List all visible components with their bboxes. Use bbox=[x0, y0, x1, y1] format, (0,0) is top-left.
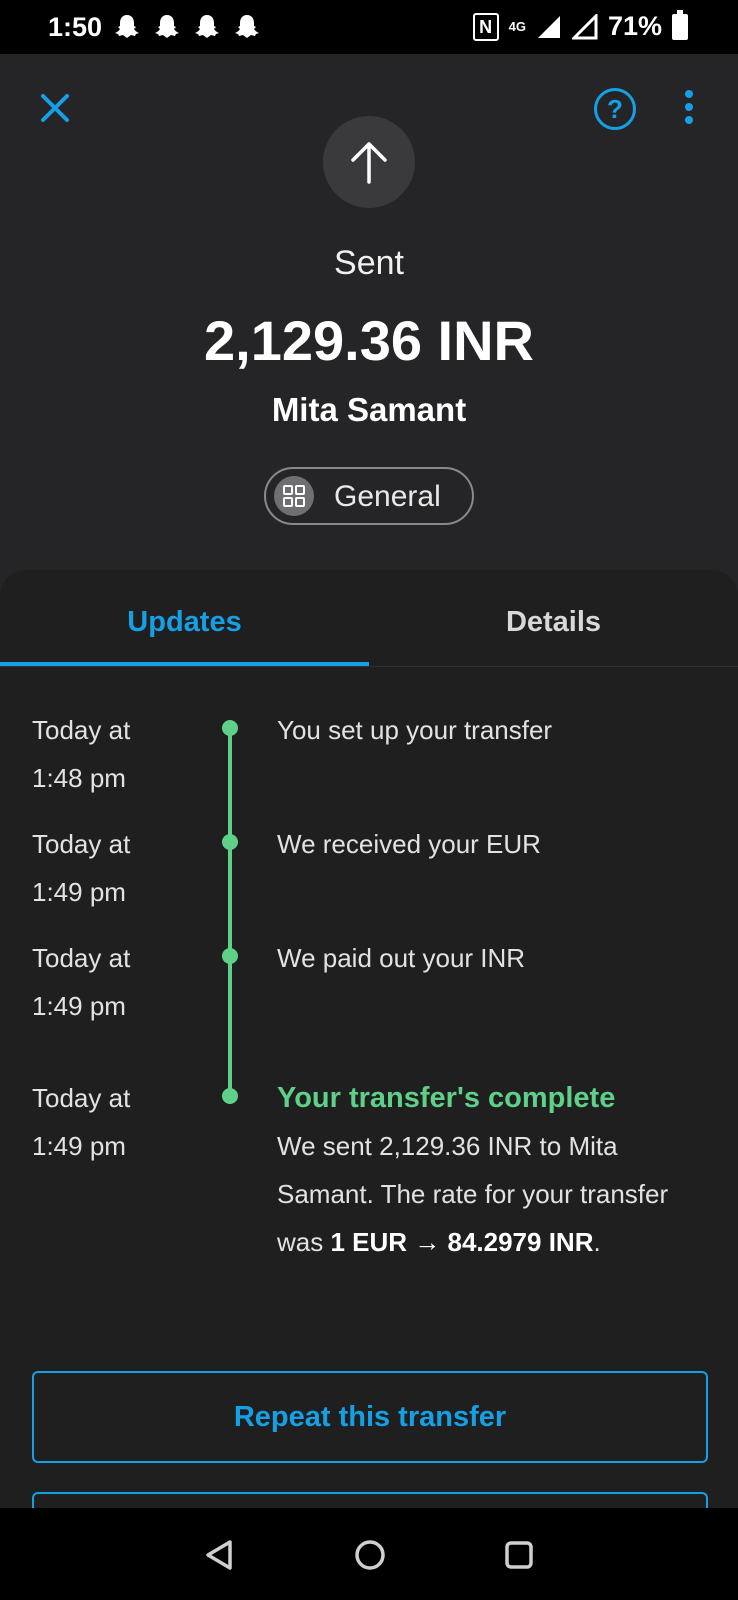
snapchat-icon bbox=[155, 15, 179, 38]
transfer-summary: ? Sent 2,129.36 INR Mita Samant General bbox=[0, 54, 738, 574]
timeline-dot bbox=[222, 1088, 238, 1104]
transfer-status-label: Sent bbox=[334, 244, 404, 282]
event-title: We received your EUR bbox=[277, 829, 541, 859]
close-icon bbox=[41, 94, 69, 122]
notification-icons bbox=[113, 13, 261, 41]
event-time: Today at 1:49 pm bbox=[32, 943, 131, 1021]
more-icon bbox=[685, 90, 693, 98]
back-icon[interactable] bbox=[202, 1538, 236, 1572]
active-tab-indicator bbox=[0, 662, 369, 666]
repeat-transfer-button[interactable]: Repeat this transfer bbox=[32, 1371, 708, 1463]
system-nav-bar bbox=[0, 1508, 738, 1600]
category-label: General bbox=[334, 480, 441, 513]
event-title: We paid out your INR bbox=[277, 943, 526, 973]
event-description: We sent 2,129.36 INR to Mita Samant. The… bbox=[277, 1131, 669, 1257]
network-type: 4G bbox=[508, 19, 526, 34]
signal-icon bbox=[537, 15, 560, 38]
category-chip[interactable]: General bbox=[264, 467, 474, 525]
event-title-complete: Your transfer's complete bbox=[277, 1082, 616, 1114]
arrow-up-icon bbox=[351, 142, 387, 184]
nfc-icon: N bbox=[472, 12, 499, 41]
timeline-dot bbox=[222, 834, 238, 850]
home-icon[interactable] bbox=[353, 1538, 387, 1572]
timeline-dot bbox=[222, 948, 238, 964]
event-title: You set up your transfer bbox=[277, 715, 553, 745]
timeline-line bbox=[228, 730, 232, 1102]
signal-roaming-icon bbox=[571, 13, 598, 39]
battery-level: 71% bbox=[607, 11, 662, 41]
exchange-rate: 1 EUR → 84.2979 INR bbox=[330, 1227, 594, 1257]
sent-status-icon bbox=[323, 116, 415, 208]
tab-details[interactable]: Details bbox=[369, 606, 738, 639]
event-time: Today at 1:48 pm bbox=[32, 715, 131, 793]
recent-apps-icon[interactable] bbox=[504, 1540, 534, 1570]
grid-icon bbox=[274, 476, 314, 516]
more-options-button[interactable] bbox=[684, 90, 694, 130]
snapchat-icon bbox=[195, 15, 219, 38]
event-time: Today at 1:49 pm bbox=[32, 1083, 131, 1161]
close-button[interactable] bbox=[36, 92, 74, 130]
tab-updates[interactable]: Updates bbox=[0, 606, 369, 639]
help-button[interactable]: ? bbox=[594, 88, 636, 130]
event-time: Today at 1:49 pm bbox=[32, 829, 131, 907]
help-icon: ? bbox=[607, 94, 623, 124]
transfer-panel: Updates Details Today at 1:48 pm You set … bbox=[0, 570, 738, 1532]
status-right: N 4G 71% bbox=[472, 9, 688, 42]
status-bar: 1:50 N 4G 71% bbox=[0, 0, 738, 54]
snapchat-icon bbox=[235, 15, 259, 38]
timeline-dot bbox=[222, 720, 238, 736]
battery-icon bbox=[672, 9, 688, 40]
transfer-amount: 2,129.36 INR bbox=[204, 309, 534, 372]
snapchat-icon bbox=[115, 15, 139, 38]
recipient-name: Mita Samant bbox=[271, 391, 467, 428]
tab-bar: Updates Details bbox=[0, 570, 738, 667]
status-time: 1:50 bbox=[48, 12, 103, 42]
